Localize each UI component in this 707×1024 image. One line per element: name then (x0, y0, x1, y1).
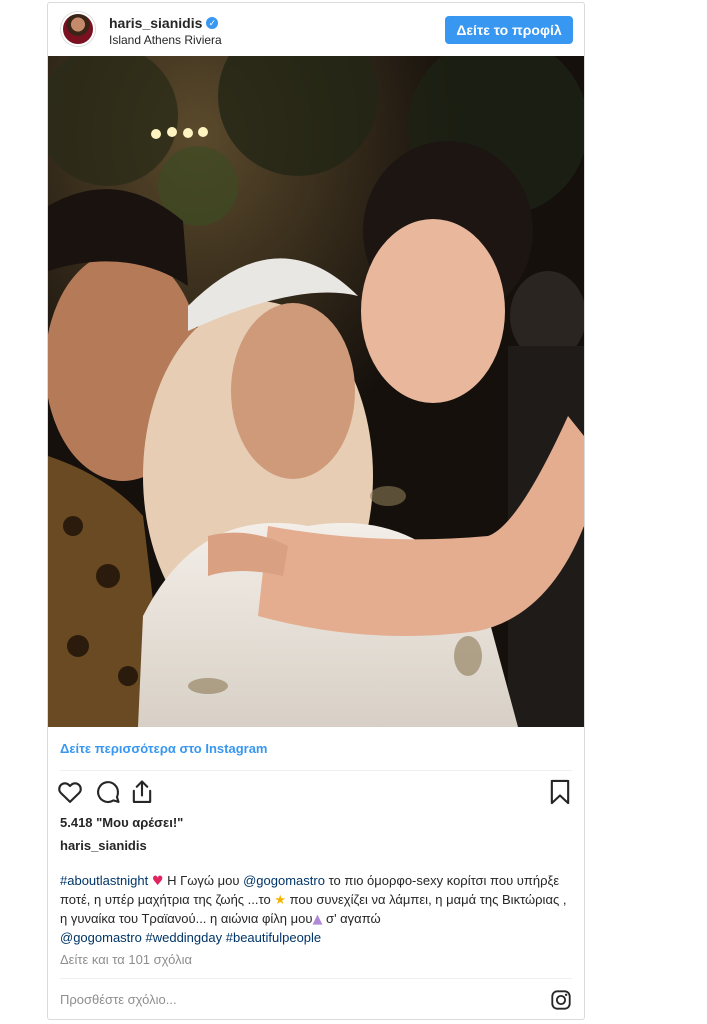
hashtag-link[interactable]: #aboutlastnight (60, 873, 148, 888)
star-emoji-icon: ★ (274, 893, 286, 908)
post-photo[interactable] (48, 56, 584, 727)
view-profile-button[interactable]: Δείτε το προφίλ (445, 16, 573, 44)
username-row: haris_sianidis ✓ (109, 15, 219, 31)
comment-bubble-icon[interactable] (94, 778, 122, 806)
likes-count[interactable]: 5.418 "Μου αρέσει!" (60, 815, 183, 830)
add-comment-input[interactable] (60, 988, 520, 1010)
bookmark-icon[interactable] (546, 778, 574, 806)
divider (60, 770, 572, 771)
mention-link[interactable]: @gogomastro (243, 873, 325, 888)
username[interactable]: haris_sianidis (109, 15, 202, 31)
instagram-embed-card: haris_sianidis ✓ Island Athens Riviera Δ… (47, 2, 585, 1020)
post-header: haris_sianidis ✓ Island Athens Riviera Δ… (48, 3, 584, 56)
view-more-on-instagram-link[interactable]: Δείτε περισσότερα στο Instagram (60, 741, 268, 756)
hashtag-link[interactable]: #weddingday (145, 930, 222, 945)
avatar[interactable] (61, 12, 95, 46)
caption-segment: σ' αγαπώ (322, 911, 381, 926)
hashtag-link[interactable]: #beautifulpeople (226, 930, 321, 945)
praying-hands-emoji-icon: ▲ (312, 912, 323, 927)
caption-text: #aboutlastnight ♥ Η Γωγώ μου @gogomastro… (60, 872, 572, 947)
divider (60, 978, 572, 979)
caption-author[interactable]: haris_sianidis (60, 838, 147, 853)
verified-badge-icon: ✓ (206, 17, 219, 29)
location[interactable]: Island Athens Riviera (109, 33, 222, 47)
heart-emoji-icon: ♥ (151, 874, 164, 889)
mention-link[interactable]: @gogomastro (60, 930, 142, 945)
action-bar (48, 778, 584, 808)
instagram-logo-icon[interactable] (550, 989, 572, 1011)
caption-segment: Η Γωγώ μου (163, 873, 244, 888)
view-comments-link[interactable]: Δείτε και τα 101 σχόλια (60, 952, 192, 967)
share-icon[interactable] (128, 778, 156, 806)
heart-outline-icon[interactable] (56, 778, 84, 806)
